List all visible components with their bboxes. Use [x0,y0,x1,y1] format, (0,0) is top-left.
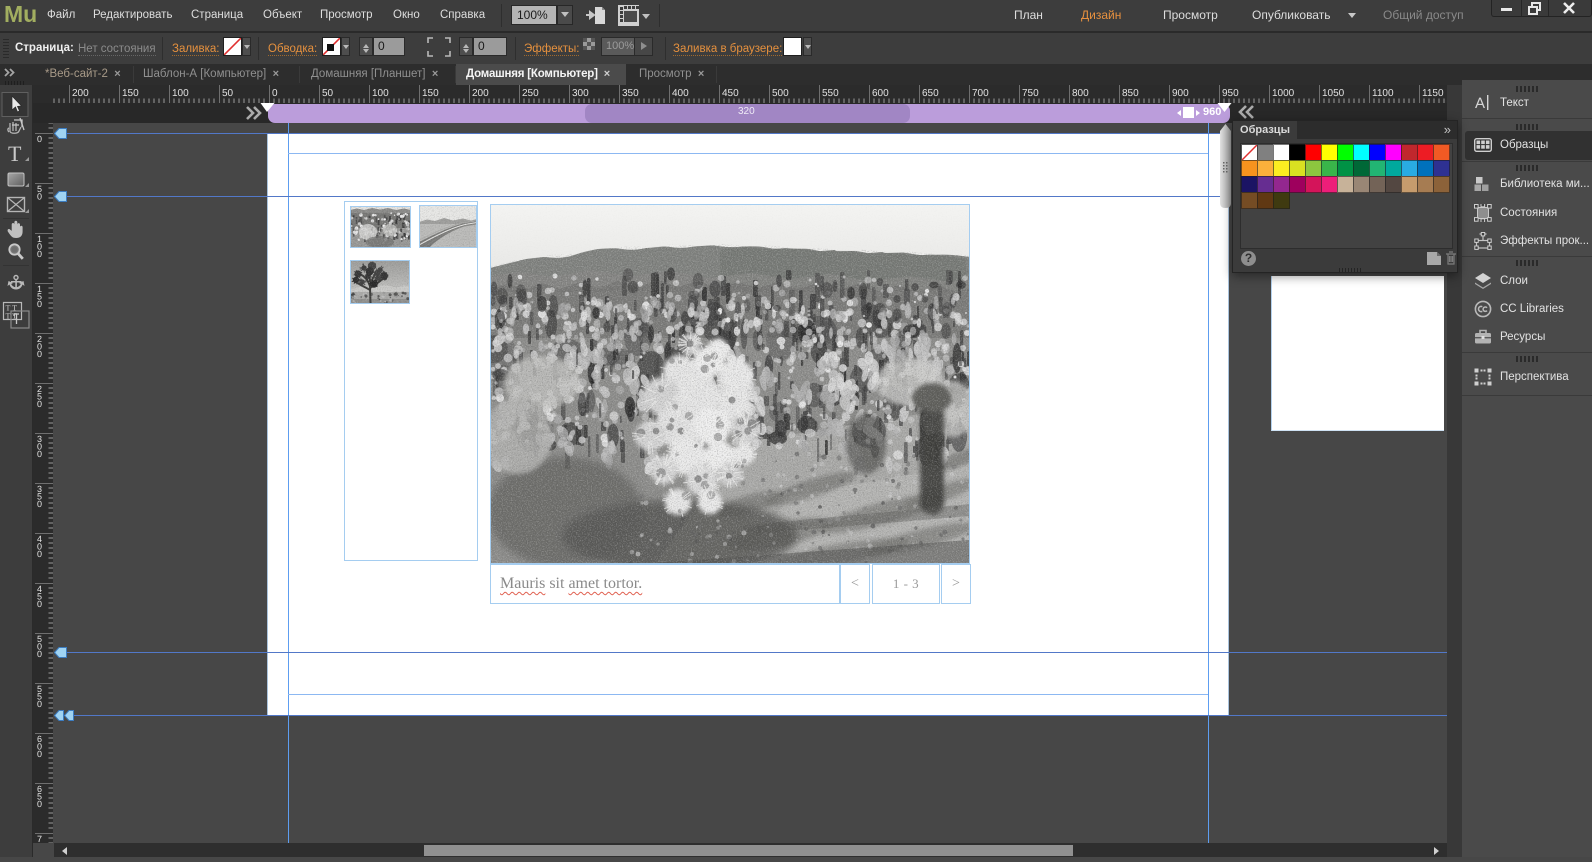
svg-text:800: 800 [1072,88,1089,99]
svg-text:1000: 1000 [1272,88,1295,99]
svg-text:0: 0 [37,599,42,609]
svg-text:350: 350 [622,88,639,99]
svg-text:0: 0 [37,449,42,459]
svg-text:150: 150 [122,88,139,99]
svg-text:1050: 1050 [1322,88,1345,99]
svg-text:0: 0 [37,749,42,759]
svg-text:0: 0 [37,699,42,709]
svg-text:300: 300 [572,88,589,99]
svg-text:250: 250 [522,88,539,99]
svg-text:1150: 1150 [1422,88,1444,99]
svg-text:0: 0 [37,499,42,509]
svg-text:50: 50 [322,88,334,99]
svg-text:200: 200 [472,88,489,99]
svg-text:0: 0 [272,88,278,99]
svg-text:950: 950 [1222,88,1239,99]
svg-text:750: 750 [1022,88,1039,99]
svg-text:A: A [1475,95,1485,112]
svg-text:0: 0 [37,349,42,359]
svg-text:0: 0 [37,191,42,201]
svg-text:700: 700 [972,88,989,99]
svg-text:0: 0 [37,299,42,309]
svg-text:0: 0 [37,249,42,259]
svg-text:500: 500 [772,88,789,99]
svg-text:0: 0 [37,134,42,144]
svg-text:900: 900 [1172,88,1189,99]
svg-text:0: 0 [37,841,42,843]
svg-text:50: 50 [222,88,234,99]
svg-text:0: 0 [37,649,42,659]
svg-text:850: 850 [1122,88,1139,99]
svg-text:550: 550 [822,88,839,99]
svg-text:0: 0 [37,399,42,409]
svg-text:0: 0 [37,799,42,809]
svg-text:200: 200 [72,88,89,99]
svg-text:100: 100 [172,88,189,99]
svg-text:600: 600 [872,88,889,99]
svg-text:0: 0 [37,549,42,559]
svg-text:100: 100 [372,88,389,99]
svg-text:T: T [8,141,22,166]
svg-text:400: 400 [672,88,689,99]
svg-text:150: 150 [422,88,439,99]
svg-text:650: 650 [922,88,939,99]
svg-text:1100: 1100 [1372,88,1394,99]
svg-text:450: 450 [722,88,739,99]
